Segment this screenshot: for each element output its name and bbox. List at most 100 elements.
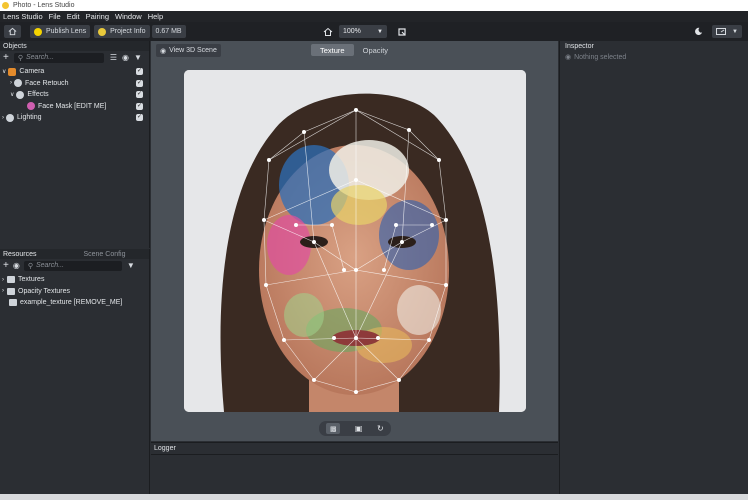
chevron-right-icon[interactable]: › [2, 288, 4, 294]
resource-item-textures[interactable]: › Textures [0, 274, 149, 286]
visibility-checkbox[interactable]: ✓ [136, 79, 143, 87]
menu-edit[interactable]: Edit [67, 12, 80, 21]
folder-icon [7, 287, 15, 295]
main-toolbar: Publish Lens Project Info 0.67 MB 100% ▼… [0, 22, 748, 41]
tree-item-label: Lighting [17, 114, 42, 122]
objects-title: Objects [3, 42, 27, 50]
menu-window[interactable]: Window [115, 12, 142, 21]
inspector-empty-row: ◉ Nothing selected [560, 51, 748, 63]
face-icon [16, 90, 25, 99]
resources-panel: Resources Scene Config + ◉ ⚲ Search... ▼… [0, 249, 150, 494]
resource-item-label: Opacity Textures [18, 287, 71, 295]
add-object-icon[interactable]: + [3, 52, 9, 63]
light-icon [6, 113, 14, 122]
resources-search-input[interactable]: ⚲ Search... [23, 260, 122, 271]
window-title: Photo - Lens Studio [13, 2, 75, 9]
tab-scene-config[interactable]: Scene Config [83, 251, 125, 258]
tab-texture[interactable]: Texture [311, 44, 354, 56]
visibility-checkbox[interactable]: ✓ [136, 91, 143, 99]
window-titlebar: Photo - Lens Studio [0, 0, 748, 11]
object-icon: ◉ [565, 54, 572, 61]
home-view-icon[interactable] [323, 27, 333, 37]
search-icon: ⚲ [27, 262, 33, 270]
menu-bar: Lens Studio File Edit Pairing Window Hel… [0, 11, 748, 22]
rotate-device-icon[interactable]: ↻ [377, 424, 384, 433]
right-tools: ▼ [694, 25, 742, 38]
inspector-panel: Inspector ◉ Nothing selected [559, 41, 748, 494]
resource-item-opacity-textures[interactable]: › Opacity Textures [0, 286, 149, 298]
viewport-bottom-tools: ▩ ▣ ↻ [319, 421, 391, 436]
filter-icon[interactable]: ▼ [134, 53, 142, 62]
objects-header: Objects [0, 41, 149, 51]
preview-viewport: ◉ View 3D Scene Texture Opacity ▩ ▣ ↻ [151, 41, 558, 441]
menu-help[interactable]: Help [148, 12, 163, 21]
visibility-checkbox[interactable]: ✓ [136, 114, 143, 122]
tree-item-label: Effects [27, 91, 49, 99]
view-3d-scene-button[interactable]: ◉ View 3D Scene [156, 44, 221, 57]
resources-header: Resources Scene Config [0, 249, 149, 259]
objects-search-input[interactable]: ⚲ Search... [13, 52, 104, 63]
inspector-empty-text: Nothing selected [574, 53, 627, 61]
home-icon [8, 27, 17, 36]
camera-icon [8, 67, 17, 76]
center-tools: 100% ▼ [323, 25, 407, 38]
list-view-icon[interactable]: ☰ [110, 53, 117, 62]
resource-item-label: example_texture [REMOVE_ME] [20, 299, 123, 307]
project-info-icon [98, 27, 107, 36]
tab-opacity[interactable]: Opacity [354, 44, 397, 56]
visibility-checkbox[interactable]: ✓ [136, 102, 143, 110]
dark-mode-icon[interactable] [694, 27, 703, 36]
publish-lens-button[interactable]: Publish Lens [30, 25, 91, 38]
import-resource-icon[interactable]: ◉ [13, 261, 20, 270]
logger-divider [151, 454, 558, 455]
objects-tree: ∨ Camera ✓ › Face Retouch ✓ ∨ Effects ✓ … [0, 64, 149, 124]
project-info-button[interactable]: Project Info [94, 25, 150, 38]
visibility-eye-icon[interactable]: ◉ [122, 53, 129, 62]
cube-icon: ◉ [160, 47, 167, 55]
zoom-dropdown[interactable]: 100% ▼ [339, 25, 387, 38]
filter-icon[interactable]: ▼ [127, 261, 135, 270]
tree-item-face-mask[interactable]: Face Mask [EDIT ME] ✓ [0, 101, 149, 113]
fit-view-icon[interactable]: ▩ [326, 423, 341, 434]
menu-pairing[interactable]: Pairing [86, 12, 109, 21]
tree-item-effects[interactable]: ∨ Effects ✓ [0, 89, 149, 101]
folder-icon [7, 276, 15, 284]
tab-resources[interactable]: Resources [0, 251, 39, 258]
tree-item-face-retouch[interactable]: › Face Retouch ✓ [0, 78, 149, 90]
add-resource-icon[interactable]: + [3, 260, 9, 271]
resources-list: › Textures › Opacity Textures example_te… [0, 272, 149, 309]
visibility-checkbox[interactable]: ✓ [136, 68, 143, 76]
objects-search-row: + ⚲ Search... ☰ ◉ ▼ [0, 51, 149, 64]
fullscreen-icon[interactable]: ▣ [355, 424, 363, 433]
chevron-right-icon[interactable]: › [10, 80, 12, 86]
chevron-down-icon[interactable]: ∨ [2, 68, 6, 75]
tree-item-lighting[interactable]: › Lighting ✓ [0, 112, 149, 124]
logger-title: Logger [154, 444, 176, 452]
snap-ghost-icon [34, 27, 42, 36]
objects-search-placeholder: Search... [25, 54, 54, 61]
preview-reset-icon[interactable] [397, 27, 407, 37]
face-icon [14, 79, 22, 88]
status-bar [0, 494, 748, 500]
chevron-down-icon[interactable]: ∨ [10, 91, 14, 98]
search-icon: ⚲ [17, 54, 23, 62]
chevron-right-icon[interactable]: › [2, 277, 4, 283]
tree-item-label: Camera [19, 68, 45, 76]
publish-lens-label: Publish Lens [46, 28, 87, 35]
tree-item-label: Face Mask [EDIT ME] [38, 102, 107, 110]
monitor-icon [716, 27, 726, 35]
resource-item-example-texture[interactable]: example_texture [REMOVE_ME] [0, 297, 149, 309]
chevron-down-icon: ▼ [732, 28, 738, 35]
tree-item-label: Face Retouch [25, 79, 69, 87]
menu-brand: Lens Studio [3, 12, 43, 21]
view-3d-scene-label: View 3D Scene [169, 47, 217, 54]
menu-file[interactable]: File [49, 12, 61, 21]
face-photo-preview[interactable] [184, 70, 526, 412]
zoom-value: 100% [343, 28, 361, 35]
tree-item-camera[interactable]: ∨ Camera ✓ [0, 66, 149, 78]
objects-panel: Objects + ⚲ Search... ☰ ◉ ▼ ∨ Camera ✓ ›… [0, 41, 150, 248]
device-preview-dropdown[interactable]: ▼ [712, 25, 742, 38]
logger-header: Logger [151, 443, 558, 453]
home-button[interactable] [4, 25, 21, 38]
chevron-right-icon[interactable]: › [2, 115, 4, 121]
